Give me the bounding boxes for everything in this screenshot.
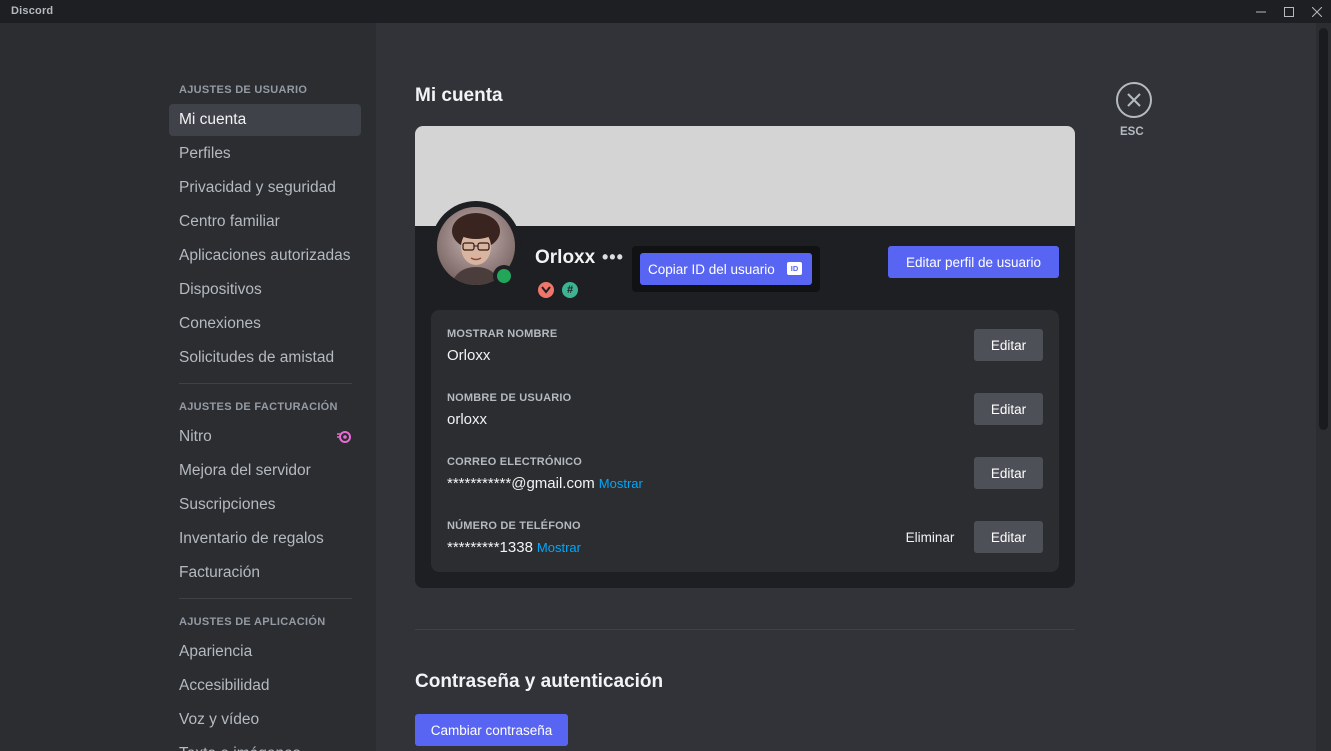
copy-user-id-menu-item[interactable]: Copiar ID del usuario ID	[640, 253, 812, 285]
app-title: Discord	[11, 5, 54, 17]
sidebar-item-privacy[interactable]: Privacidad y seguridad	[169, 172, 361, 204]
sidebar-item-profiles[interactable]: Perfiles	[169, 138, 361, 170]
billing-settings-header: AJUSTES DE FACTURACIÓN	[179, 401, 338, 413]
password-section-title: Contraseña y autenticación	[415, 671, 664, 692]
scrollbar-thumb[interactable]	[1319, 28, 1328, 430]
close-icon	[1312, 6, 1322, 17]
reveal-phone-link[interactable]: Mostrar	[537, 540, 581, 555]
edit-phone-button[interactable]: Editar	[974, 521, 1043, 553]
profile-username: Orloxx	[535, 247, 596, 268]
sidebar-item-family-center[interactable]: Centro familiar	[169, 206, 361, 238]
sidebar-item-accessibility[interactable]: Accesibilidad	[169, 670, 361, 702]
sidebar-item-server-boost[interactable]: Mejora del servidor	[169, 455, 361, 487]
title-bar: Discord	[0, 0, 1331, 23]
sidebar-divider	[179, 383, 352, 384]
display-name-value: Orloxx	[447, 347, 491, 364]
close-settings-button[interactable]	[1116, 82, 1152, 118]
copy-user-id-label: Copiar ID del usuario	[648, 261, 775, 277]
sidebar-item-subscriptions[interactable]: Suscripciones	[169, 489, 361, 521]
minimize-icon	[1256, 11, 1266, 12]
edit-email-button[interactable]: Editar	[974, 457, 1043, 489]
context-menu: Copiar ID del usuario ID	[632, 246, 820, 292]
display-name-label: MOSTRAR NOMBRE	[447, 328, 558, 340]
reveal-email-link[interactable]: Mostrar	[599, 476, 643, 491]
settings-sidebar: AJUSTES DE USUARIO Mi cuenta Perfiles Pr…	[0, 23, 376, 751]
hashtag-badge-icon[interactable]: #	[562, 282, 578, 298]
change-password-button[interactable]: Cambiar contraseña	[415, 714, 568, 746]
account-card: Orloxx ••• # Copiar ID del usuario ID Ed…	[415, 126, 1075, 588]
email-label: CORREO ELECTRÓNICO	[447, 456, 582, 468]
nitro-icon	[337, 431, 351, 443]
sidebar-item-my-account[interactable]: Mi cuenta	[169, 104, 361, 136]
sidebar-item-nitro[interactable]: Nitro	[169, 421, 361, 453]
sidebar-item-connections[interactable]: Conexiones	[169, 308, 361, 340]
sidebar-item-friend-requests[interactable]: Solicitudes de amistad	[169, 342, 361, 374]
app-settings-header: AJUSTES DE APLICACIÓN	[179, 616, 326, 628]
edit-display-name-button[interactable]: Editar	[974, 329, 1043, 361]
online-status-indicator	[493, 265, 515, 287]
page-title: Mi cuenta	[415, 85, 503, 106]
edit-username-button[interactable]: Editar	[974, 393, 1043, 425]
sidebar-divider	[179, 598, 352, 599]
email-value: ***********@gmail.com Mostrar	[447, 475, 643, 492]
phone-value: *********1338 Mostrar	[447, 539, 581, 556]
maximize-icon	[1284, 6, 1294, 17]
account-fields-panel: MOSTRAR NOMBRE Orloxx Editar NOMBRE DE U…	[431, 310, 1059, 572]
id-icon: ID	[787, 262, 802, 275]
close-icon	[1127, 93, 1141, 107]
edit-user-profile-button[interactable]: Editar perfil de usuario	[888, 246, 1059, 278]
user-settings-header: AJUSTES DE USUARIO	[179, 84, 308, 96]
sidebar-item-gift-inventory[interactable]: Inventario de regalos	[169, 523, 361, 555]
sidebar-item-devices[interactable]: Dispositivos	[169, 274, 361, 306]
username-label: NOMBRE DE USUARIO	[447, 392, 572, 404]
sidebar-item-text-images[interactable]: Texto e imágenes	[169, 738, 361, 751]
more-options-button[interactable]: •••	[602, 247, 624, 268]
profile-banner	[415, 126, 1075, 226]
window-close-button[interactable]	[1300, 0, 1331, 23]
hypesquad-badge-icon[interactable]	[538, 282, 554, 298]
sidebar-item-voice-video[interactable]: Voz y vídeo	[169, 704, 361, 736]
phone-label: NÚMERO DE TELÉFONO	[447, 520, 581, 532]
esc-label: ESC	[1120, 126, 1144, 138]
sidebar-item-billing[interactable]: Facturación	[169, 557, 361, 589]
username-value: orloxx	[447, 411, 488, 428]
sidebar-item-authorized-apps[interactable]: Aplicaciones autorizadas	[169, 240, 361, 272]
remove-phone-button[interactable]: Eliminar	[900, 521, 960, 553]
section-divider	[415, 629, 1075, 630]
sidebar-item-appearance[interactable]: Apariencia	[169, 636, 361, 668]
settings-content: Mi cuenta ESC Orloxx ••• # Copiar ID del…	[376, 23, 1316, 751]
